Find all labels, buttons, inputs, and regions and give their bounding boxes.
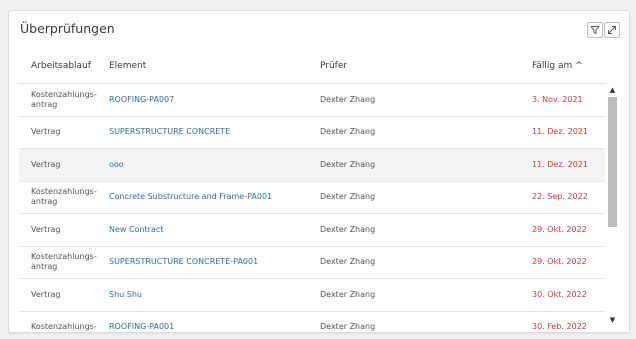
reviewer-cell: Dexter Zhang: [320, 192, 376, 202]
table-row[interactable]: Vertrag SUPERSTRUCTURE CONCRETE Dexter Z…: [19, 117, 605, 149]
element-link[interactable]: SUPERSTRUCTURE CONCRETE-PA001: [109, 247, 258, 279]
reviewer-cell: Dexter Zhang: [320, 159, 376, 169]
table-row[interactable]: Kostenzahlungs- antrag Concrete Substruc…: [19, 182, 605, 214]
workflow-cell: Vertrag: [31, 127, 61, 137]
reviewer-cell: Dexter Zhang: [320, 94, 376, 104]
due-date-cell: 22. Sep. 2022: [532, 192, 588, 202]
table-row[interactable]: Vertrag New Contract Dexter Zhang 29. Ok…: [19, 214, 605, 247]
table-body: Kostenzahlungs- antrag ROOFING-PA007 Dex…: [19, 84, 605, 332]
workflow-cell: Kostenzahlungs- antrag: [31, 187, 97, 207]
table-row[interactable]: Kostenzahlungs- antrag SUPERSTRUCTURE CO…: [19, 247, 605, 279]
element-link[interactable]: ROOFING-PA001: [109, 312, 174, 333]
due-date-cell: 30. Feb. 2022: [532, 322, 587, 332]
workflow-cell: Vertrag: [31, 289, 61, 299]
due-date-cell: 3. Nov. 2021: [532, 94, 583, 104]
element-link[interactable]: SUPERSTRUCTURE CONCRETE: [109, 117, 230, 149]
element-link[interactable]: ROOFING-PA007: [109, 84, 174, 116]
reviewer-cell: Dexter Zhang: [320, 289, 376, 299]
due-date-cell: 29. Okt. 2022: [532, 224, 587, 234]
due-date-cell: 11. Dez. 2021: [532, 127, 588, 137]
element-link[interactable]: Concrete Substructure and Frame-PA001: [109, 182, 272, 214]
element-link[interactable]: ooo: [109, 149, 124, 181]
table-row[interactable]: Kostenzahlungs- antrag ROOFING-PA007 Dex…: [19, 84, 605, 117]
filter-icon: [590, 26, 600, 34]
workflow-cell: Kostenzahlungs-: [31, 322, 97, 332]
scrollbar-thumb[interactable]: [608, 97, 617, 227]
workflow-cell: Vertrag: [31, 159, 61, 169]
workflow-cell: Vertrag: [31, 224, 61, 234]
table-row[interactable]: Vertrag ooo Dexter Zhang 11. Dez. 2021: [19, 149, 605, 182]
expand-button[interactable]: [604, 22, 620, 38]
column-header-reviewer[interactable]: Prüfer: [320, 61, 347, 71]
table-row[interactable]: Kostenzahlungs- ROOFING-PA001 Dexter Zha…: [19, 312, 605, 333]
due-date-cell: 11. Dez. 2021: [532, 159, 588, 169]
element-link[interactable]: New Contract: [109, 214, 163, 246]
column-header-element[interactable]: Element: [109, 61, 146, 71]
workflow-cell: Kostenzahlungs- antrag: [31, 252, 97, 272]
scroll-up-icon[interactable]: ▲: [608, 86, 617, 94]
due-date-cell: 30. Okt. 2022: [532, 289, 587, 299]
vertical-scrollbar[interactable]: ▲ ▼: [607, 84, 618, 325]
scroll-down-icon[interactable]: ▼: [608, 316, 617, 324]
reviewer-cell: Dexter Zhang: [320, 224, 376, 234]
reviews-panel: Überprüfungen Arbeitsablauf Element Prüf…: [8, 10, 630, 333]
element-link[interactable]: Shu Shu: [109, 279, 142, 311]
table-row[interactable]: Vertrag Shu Shu Dexter Zhang 30. Okt. 20…: [19, 279, 605, 312]
expand-icon: [608, 26, 616, 34]
column-header-workflow[interactable]: Arbeitsablauf: [31, 61, 91, 71]
filter-button[interactable]: [587, 22, 603, 38]
column-header-due-date[interactable]: Fällig am ^: [532, 61, 583, 71]
reviewer-cell: Dexter Zhang: [320, 257, 376, 267]
workflow-cell: Kostenzahlungs- antrag: [31, 89, 97, 109]
table-header: Arbeitsablauf Element Prüfer Fällig am ^: [19, 53, 605, 84]
reviewer-cell: Dexter Zhang: [320, 127, 376, 137]
panel-title: Überprüfungen: [20, 21, 115, 36]
due-date-cell: 29. Okt. 2022: [532, 257, 587, 267]
reviewer-cell: Dexter Zhang: [320, 322, 376, 332]
